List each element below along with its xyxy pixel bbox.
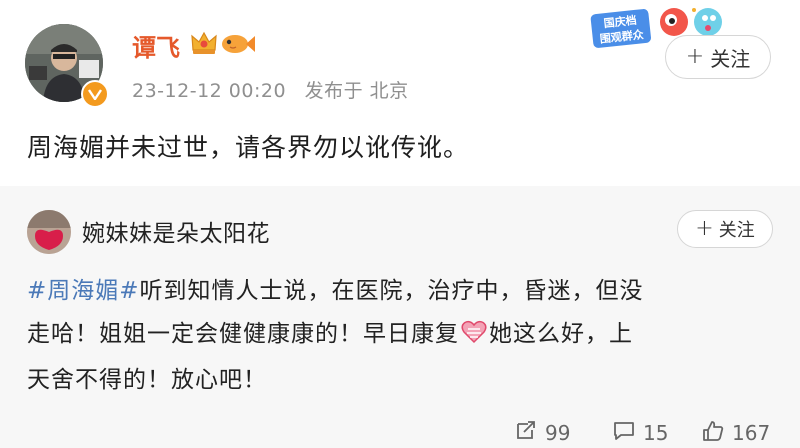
post-text: 周海媚并未过世，请各界勿以讹传讹。: [27, 133, 470, 162]
original-post: 谭飞 23-12-12 00:20 发布于 北京 国庆档 围观群众 + 关注 周…: [0, 0, 800, 186]
repost-line2-start: 走哈！姐姐一定会健健康康的！早日康复: [27, 321, 459, 347]
comment-action[interactable]: 15: [613, 418, 668, 448]
plus-icon: +: [685, 44, 705, 69]
like-count: 167: [732, 421, 771, 445]
comment-count: 15: [643, 421, 669, 445]
comment-icon: [613, 421, 635, 446]
repost-username[interactable]: 婉妹妹是朵太阳花: [82, 214, 270, 248]
repost-card[interactable]: 婉妹妹是朵太阳花 + 关注 #周海媚#听到知情人士说，在医院，治疗中，昏迷，但没…: [0, 186, 800, 448]
repost-text: #周海媚#听到知情人士说，在医院，治疗中，昏迷，但没 走哈！姐姐一定会健健康康的…: [27, 270, 767, 402]
like-icon: [702, 420, 724, 446]
repost-line3: 天舍不得的！放心吧！: [27, 367, 267, 393]
like-action[interactable]: 167: [702, 418, 770, 448]
repost-follow-label: 关注: [718, 220, 755, 241]
repost-icon: [515, 420, 537, 446]
post-time: 23-12-12 00:20: [132, 80, 287, 102]
verified-badge-icon: [81, 80, 109, 108]
follow-label: 关注: [710, 46, 751, 71]
hashtag-link[interactable]: #周海媚#: [27, 278, 140, 304]
repost-count: 99: [545, 421, 571, 445]
follow-button[interactable]: + 关注: [665, 35, 771, 79]
repost-avatar[interactable]: [27, 210, 71, 254]
repost-action[interactable]: 99: [515, 418, 570, 448]
post-location: 发布于 北京: [304, 80, 409, 102]
post-username[interactable]: 谭飞: [132, 28, 180, 63]
plus-icon: +: [695, 216, 714, 241]
repost-follow-button[interactable]: + 关注: [677, 210, 773, 248]
fish-icon: [220, 32, 256, 60]
repost-line2-end: 她这么好，上: [489, 321, 633, 347]
post-meta: 23-12-12 00:20 发布于 北京: [132, 76, 409, 103]
crown-icon: [190, 30, 218, 60]
action-bar: 99 15 167: [0, 418, 800, 448]
heart-emoji-icon: [461, 316, 487, 359]
repost-line1: 听到知情人士说，在医院，治疗中，昏迷，但没: [139, 278, 644, 304]
